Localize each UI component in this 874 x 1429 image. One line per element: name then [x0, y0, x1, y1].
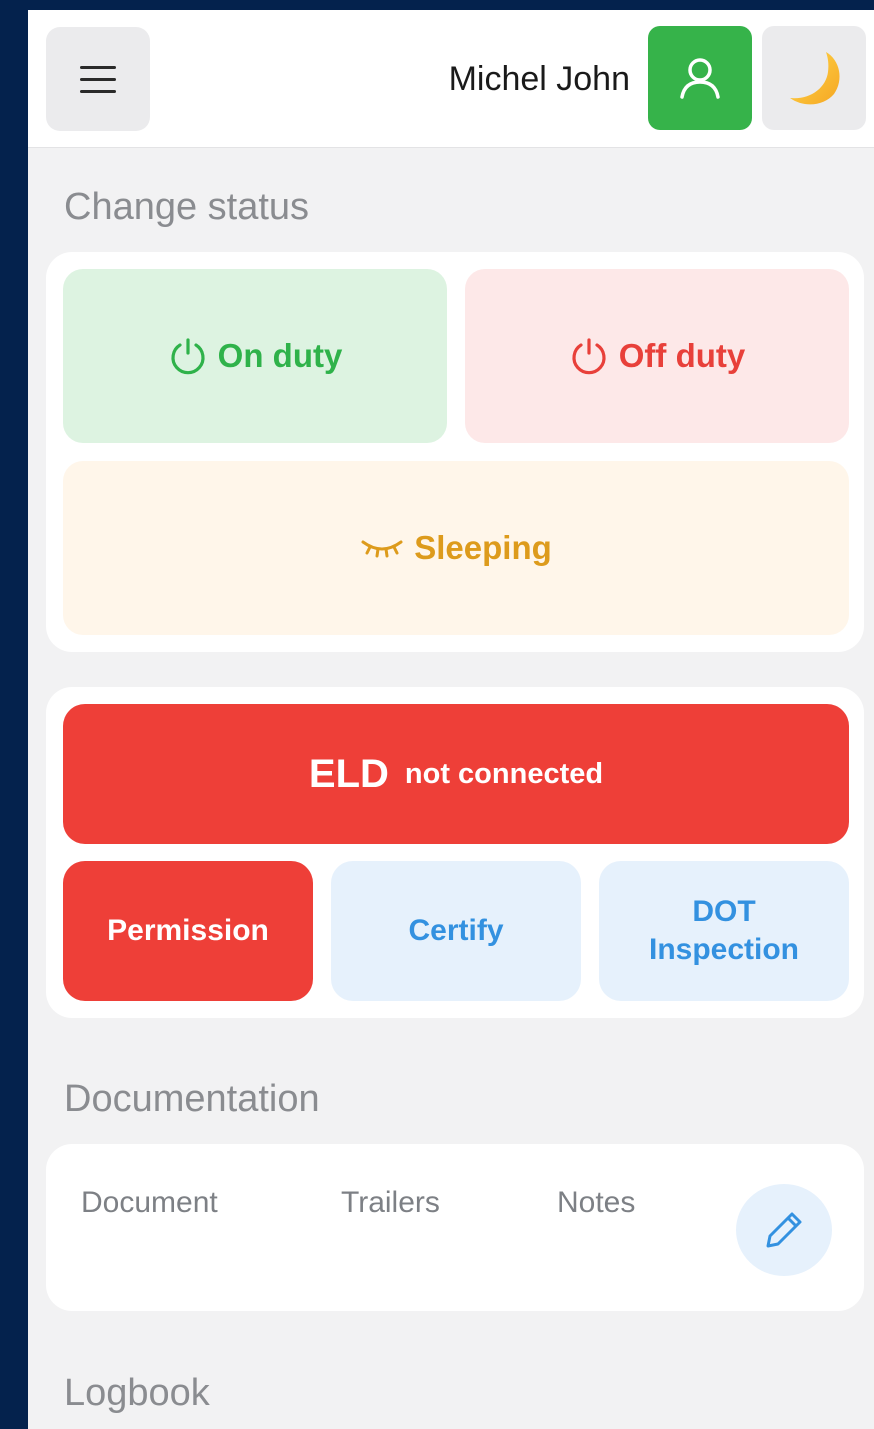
hamburger-icon-line: [80, 65, 116, 69]
power-icon: [171, 338, 205, 375]
edit-button[interactable]: [736, 1184, 832, 1276]
on-duty-label: On duty: [217, 337, 343, 374]
off-duty-button[interactable]: Off duty: [465, 269, 849, 443]
tab-notes[interactable]: Notes: [557, 1186, 635, 1220]
power-icon: [572, 338, 606, 375]
sleeping-button[interactable]: Sleeping: [63, 461, 849, 635]
app-screen: Michel John Change status On duty Off du…: [28, 10, 874, 1429]
change-status-title: Change status: [64, 186, 310, 228]
pencil-icon: [766, 1212, 802, 1248]
permission-button[interactable]: Permission: [63, 861, 313, 1001]
documentation-title: Documentation: [64, 1078, 320, 1120]
status-card: On duty Off duty Sleeping: [46, 252, 864, 652]
user-icon: [680, 58, 720, 99]
certify-button[interactable]: Certify: [331, 861, 581, 1001]
certify-label: Certify: [408, 914, 504, 947]
menu-button[interactable]: [46, 27, 150, 131]
hamburger-icon-line: [80, 77, 116, 81]
dot-label-line2: Inspection: [648, 933, 799, 966]
user-name: Michel John: [448, 60, 630, 98]
tab-trailers[interactable]: Trailers: [341, 1186, 440, 1220]
eld-status-banner[interactable]: ELD not connected: [63, 704, 849, 844]
tab-document[interactable]: Document: [81, 1186, 218, 1220]
sleeping-label: Sleeping: [414, 529, 552, 566]
eld-label: ELD: [308, 751, 389, 796]
logbook-title: Logbook: [64, 1372, 210, 1414]
moon-icon: [790, 52, 840, 105]
dot-inspection-button[interactable]: DOT Inspection: [599, 861, 849, 1001]
hamburger-icon-line: [80, 89, 116, 93]
theme-toggle-button[interactable]: [762, 26, 866, 130]
off-duty-label: Off duty: [618, 337, 746, 374]
documentation-card: Document Trailers Notes: [46, 1144, 864, 1311]
eld-status-text: not connected: [404, 757, 604, 790]
dot-label-line1: DOT: [692, 895, 756, 928]
permission-label: Permission: [107, 914, 269, 947]
eld-card: ELD not connected Permission Certify DOT…: [46, 687, 864, 1018]
on-duty-button[interactable]: On duty: [63, 269, 447, 443]
profile-button[interactable]: [648, 26, 752, 130]
closed-eye-icon: [361, 540, 403, 558]
top-bar: Michel John: [28, 10, 874, 148]
